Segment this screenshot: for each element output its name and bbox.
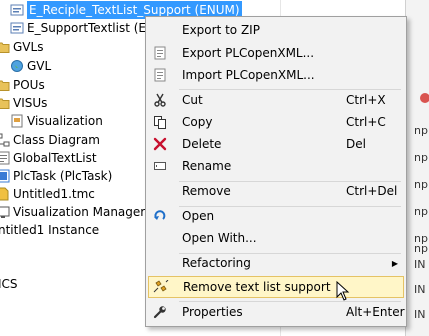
menu-item-copy[interactable]: Copy Ctrl+C — [148, 111, 404, 133]
menu-item-label: Open — [182, 209, 215, 223]
class-diagram-icon — [0, 133, 10, 147]
menu-item-properties[interactable]: Properties Alt+Enter — [148, 301, 405, 323]
menu-item-label: Export PLCopenXML... — [182, 46, 315, 60]
vis-manager-icon — [0, 206, 10, 218]
globe-icon — [11, 60, 23, 72]
menu-item-label: Remove text list support — [183, 280, 331, 294]
tree-item-untitled1-tmc[interactable]: Untitled1.tmc — [0, 185, 95, 203]
menu-item-shortcut: Ctrl+Del — [346, 184, 398, 198]
delete-icon — [148, 133, 172, 155]
right-panel-text: np — [414, 205, 428, 218]
tree-item-visualization[interactable]: Visualization — [10, 112, 103, 130]
enum-icon — [10, 22, 24, 34]
menu-item-shortcut: Ctrl+C — [346, 115, 386, 129]
tree-item-label: Class Diagram — [13, 133, 100, 147]
right-panel: np np np np np np IN IN IN — [405, 0, 429, 336]
tree-item-label: VISUs — [13, 96, 48, 110]
folder-icon — [0, 42, 10, 53]
scissors-icon — [148, 89, 172, 111]
right-panel-text: IN — [414, 283, 426, 296]
tree-item-pous[interactable]: POUs — [0, 76, 45, 94]
menu-item-export-plcopenxml[interactable]: Export PLCopenXML... — [148, 42, 404, 64]
right-panel-text: np — [414, 178, 428, 191]
remove-textlist-icon — [149, 276, 173, 298]
tree-item-plctask[interactable]: PlcTask (PlcTask) — [0, 167, 112, 185]
copy-icon — [148, 111, 172, 133]
textlist-icon — [0, 151, 10, 165]
tree-item-label: GVLs — [13, 40, 44, 54]
tree-item-label: Visualization — [27, 114, 103, 128]
tree-item-visus[interactable]: VISUs — [0, 94, 47, 112]
open-icon — [148, 205, 172, 227]
wrench-icon — [148, 301, 172, 323]
menu-item-shortcut: Del — [346, 137, 366, 151]
export-xml-icon — [148, 42, 172, 64]
menu-item-shortcut: Alt+Enter — [346, 305, 405, 319]
menu-item-refactoring[interactable]: Refactoring ▶ — [148, 252, 404, 274]
tree-item-gvls[interactable]: GVLs — [0, 38, 43, 56]
tree-item-instance[interactable]: ntitled1 Instance — [0, 221, 99, 239]
tree-item-class-diagram[interactable]: Class Diagram — [0, 131, 100, 149]
menu-item-label: Delete — [182, 137, 222, 151]
mouse-cursor-icon — [336, 281, 350, 301]
menu-item-label: Cut — [182, 93, 203, 107]
folder-icon — [0, 80, 10, 91]
menu-item-import-plcopenxml[interactable]: Import PLCopenXML... — [148, 64, 404, 86]
file-icon — [0, 187, 9, 201]
context-menu: Export to ZIP Export PLCopenXML... Impor… — [145, 16, 407, 327]
tree-item-label: Visualization Manager — [13, 205, 146, 219]
folder-icon — [0, 98, 10, 109]
menu-item-shortcut: Ctrl+X — [346, 93, 386, 107]
menu-item-open[interactable]: Open — [148, 205, 404, 227]
visualization-icon — [11, 114, 23, 128]
right-panel-text: IN — [414, 308, 426, 321]
tree-item-label: PlcTask (PlcTask) — [13, 169, 113, 183]
menu-item-label: Rename — [182, 159, 232, 173]
tree-item-label: ICS — [0, 277, 18, 291]
tree-item-label: GlobalTextList — [13, 151, 97, 165]
menu-item-label: Import PLCopenXML... — [182, 68, 315, 82]
menu-item-label: Open With... — [182, 231, 257, 245]
enum-icon — [10, 4, 24, 16]
right-panel-text: np — [414, 242, 428, 255]
menu-item-remove[interactable]: Remove Ctrl+Del — [148, 180, 404, 202]
tree-item-visualization-manager[interactable]: Visualization Manager — [0, 203, 145, 221]
menu-item-rename[interactable]: Rename — [148, 155, 404, 177]
right-panel-text: IN — [414, 258, 426, 271]
menu-item-delete[interactable]: Delete Del — [148, 133, 404, 155]
rename-icon — [148, 155, 172, 177]
menu-item-cut[interactable]: Cut Ctrl+X — [148, 89, 404, 111]
submenu-arrow-icon: ▶ — [391, 258, 398, 268]
task-icon — [0, 169, 10, 183]
menu-item-label: Remove — [182, 184, 231, 198]
tree-item-label: Untitled1.tmc — [13, 187, 95, 201]
menu-item-remove-text-list-support[interactable]: Remove text list support — [148, 276, 404, 298]
tree-item-label: POUs — [13, 78, 45, 92]
menu-item-open-with[interactable]: Open With... — [148, 227, 404, 249]
menu-item-label: Properties — [182, 305, 243, 319]
error-icon — [420, 93, 429, 103]
menu-item-label: Export to ZIP — [182, 23, 260, 37]
import-xml-icon — [148, 64, 172, 86]
tree-item-label: GVL — [27, 59, 52, 73]
menu-item-export-zip[interactable]: Export to ZIP — [148, 19, 404, 41]
right-panel-text: np — [414, 151, 428, 164]
tree-item-gvl[interactable]: GVL — [10, 57, 51, 75]
tree-item-ics[interactable]: ICS — [0, 275, 18, 293]
tree-item-globaltextlist[interactable]: GlobalTextList — [0, 149, 97, 167]
menu-item-label: Refactoring — [182, 256, 251, 270]
tree-item-label: ntitled1 Instance — [0, 223, 100, 237]
menu-item-label: Copy — [182, 115, 213, 129]
right-panel-text: np — [414, 124, 428, 137]
